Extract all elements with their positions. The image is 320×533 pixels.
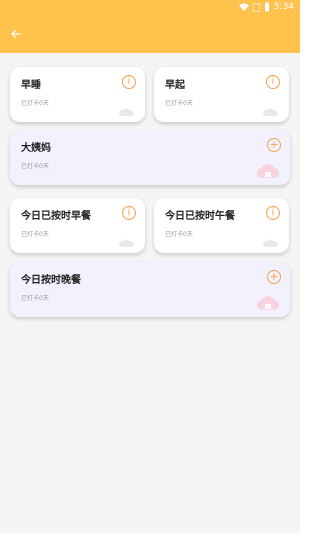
habit-checkin-count: 已打卡0天: [21, 231, 49, 238]
info-button[interactable]: i: [266, 75, 280, 89]
wifi-icon: [238, 3, 249, 11]
back-button[interactable]: [8, 26, 24, 42]
habit-card[interactable]: 早起 已打卡0天 i: [154, 67, 289, 122]
habit-title: 早睡: [21, 80, 41, 91]
habit-card[interactable]: 今日已按时早餐 已打卡0天 i: [10, 198, 145, 253]
habit-deco-icon: [263, 239, 278, 247]
habit-title: 今日按时晚餐: [21, 275, 81, 286]
habit-list: 早睡 已打卡0天 i 早起 已打卡0天 i 大姨妈 已打卡0天 + 今日已按时早…: [0, 53, 300, 533]
arrow-left-icon: [11, 30, 21, 38]
battery-icon: [264, 2, 269, 12]
habit-checkin-count: 已打卡0天: [21, 163, 49, 170]
info-button[interactable]: i: [122, 75, 136, 89]
status-bar: 5:34: [0, 0, 300, 16]
habit-title: 大姨妈: [21, 143, 51, 154]
habit-title: 早起: [165, 80, 185, 91]
habit-deco-icon: [263, 108, 278, 116]
habit-card-wide[interactable]: 大姨妈 已打卡0天 +: [10, 130, 290, 185]
flower-icon: [257, 164, 279, 178]
status-icons: 5:34: [238, 2, 294, 12]
app-bar: 5:34: [0, 0, 300, 53]
habit-card[interactable]: 今日已按时午餐 已打卡0天 i: [154, 198, 289, 253]
info-button[interactable]: i: [122, 206, 136, 220]
habit-checkin-count: 已打卡0天: [165, 100, 193, 107]
habit-checkin-count: 已打卡0天: [21, 295, 49, 302]
habit-card-wide[interactable]: 今日按时晚餐 已打卡0天 +: [10, 262, 290, 317]
habit-card[interactable]: 早睡 已打卡0天 i: [10, 67, 145, 122]
flower-icon: [257, 296, 279, 310]
info-button[interactable]: i: [266, 206, 280, 220]
habit-deco-icon: [119, 239, 134, 247]
habit-checkin-count: 已打卡0天: [21, 100, 49, 107]
habit-title: 今日已按时早餐: [21, 211, 91, 222]
status-time: 5:34: [273, 2, 294, 12]
habit-title: 今日已按时午餐: [165, 211, 235, 222]
sim-icon: [252, 2, 260, 12]
habit-checkin-count: 已打卡0天: [165, 231, 193, 238]
habit-deco-icon: [119, 108, 134, 116]
add-button[interactable]: +: [267, 270, 281, 284]
add-button[interactable]: +: [267, 138, 281, 152]
